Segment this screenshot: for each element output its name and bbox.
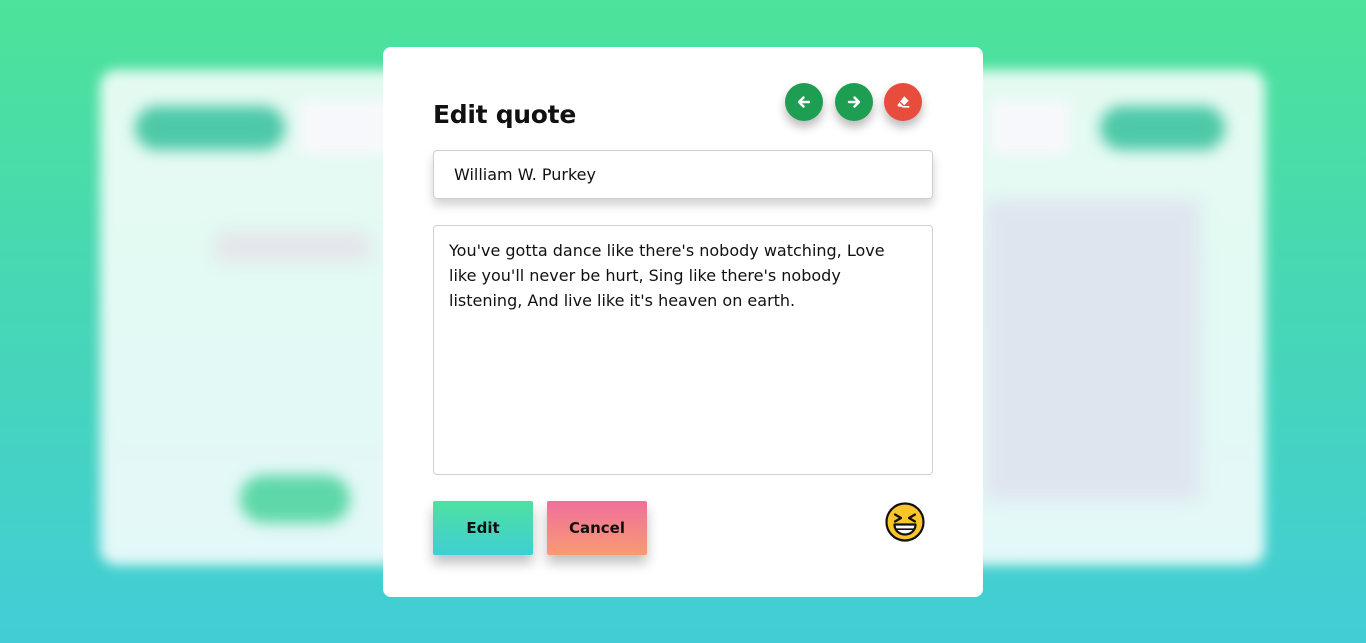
author-input[interactable] bbox=[433, 150, 933, 199]
arrow-left-icon bbox=[797, 96, 811, 108]
cancel-button[interactable]: Cancel bbox=[547, 501, 647, 555]
previous-quote-button[interactable] bbox=[785, 83, 823, 121]
laughing-emoji-icon[interactable] bbox=[885, 502, 925, 542]
arrow-right-icon bbox=[847, 96, 861, 108]
background-search bbox=[300, 100, 390, 155]
modal-title: Edit quote bbox=[433, 100, 576, 129]
background-pill-left bbox=[135, 106, 285, 150]
background-heading bbox=[215, 232, 370, 262]
background-card bbox=[985, 200, 1200, 500]
next-quote-button[interactable] bbox=[835, 83, 873, 121]
clear-button[interactable] bbox=[884, 83, 922, 121]
eraser-icon bbox=[897, 96, 910, 108]
quote-textarea[interactable]: You've gotta dance like there's nobody w… bbox=[433, 225, 933, 475]
edit-quote-modal: Edit quote You've gotta dance like there… bbox=[383, 47, 983, 597]
background-search-right bbox=[990, 100, 1070, 155]
background-button bbox=[240, 475, 350, 523]
background-pill-right bbox=[1100, 106, 1225, 150]
edit-button[interactable]: Edit bbox=[433, 501, 533, 555]
